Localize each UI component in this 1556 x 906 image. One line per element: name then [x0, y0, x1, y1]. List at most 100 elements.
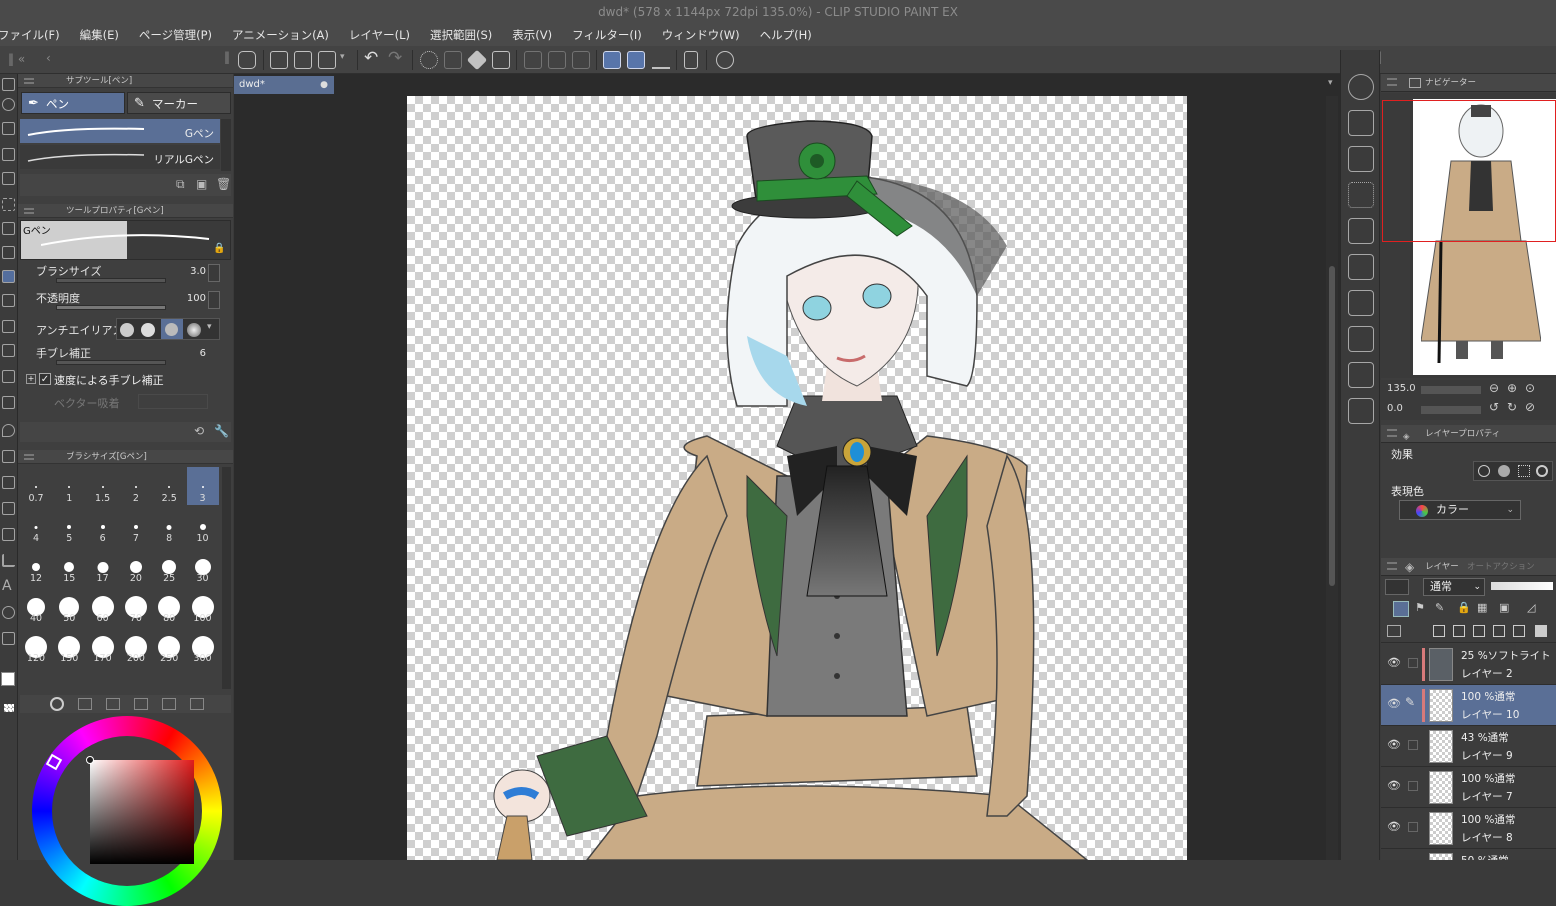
brush-size-preset[interactable]: 1.5 [87, 467, 119, 505]
lock-checkbox[interactable] [1408, 658, 1418, 668]
layer-row[interactable]: 👁 100 %通常 レイヤー 8 [1381, 808, 1556, 849]
invert-selection-icon[interactable] [548, 51, 566, 69]
brush-size-preset[interactable]: 2.5 [153, 467, 185, 505]
visibility-eye-icon[interactable]: 👁 [1387, 697, 1401, 710]
brush-item-real-g-pen[interactable]: リアルGペン [20, 145, 220, 169]
transform-icon[interactable] [492, 51, 510, 69]
brush-size-preset[interactable]: 170 [87, 627, 119, 665]
layer-row[interactable]: 👁 ✎ 100 %通常 レイヤー 10 [1381, 685, 1556, 726]
menu-edit[interactable]: 編集(E) [80, 27, 119, 43]
new-raster-layer-icon[interactable] [1433, 625, 1445, 637]
zoom-tool-icon[interactable] [2, 98, 15, 111]
pen-tool-active-icon[interactable] [2, 270, 15, 283]
lock-transparency-icon[interactable]: ▦ [1477, 601, 1487, 614]
brush-size-preset[interactable]: 6 [87, 507, 119, 545]
layer-row[interactable]: 👁 43 %通常 レイヤー 9 [1381, 726, 1556, 767]
brush-size-preset[interactable]: 25 [153, 547, 185, 585]
pencil-tool-icon[interactable] [2, 294, 15, 307]
lock-checkbox[interactable] [1408, 781, 1418, 791]
brush-size-preset[interactable]: 70 [120, 587, 152, 625]
brush-item-g-pen[interactable]: Gペン [20, 119, 220, 143]
navigator-title[interactable]: ナビゲーター [1425, 78, 1476, 88]
navigator-dock-icon[interactable] [1348, 74, 1374, 100]
correct-line-tool-icon[interactable] [2, 632, 15, 645]
text-tool-icon[interactable]: A [2, 579, 15, 593]
canvas-vertical-scrollbar[interactable] [1326, 96, 1338, 860]
menu-view[interactable]: 表示(V) [512, 27, 552, 43]
antialias-medium-icon[interactable] [161, 319, 183, 339]
decoration-tool-icon[interactable] [2, 370, 15, 383]
brush-size-spinner[interactable] [208, 264, 220, 282]
new-subtool-icon[interactable]: ▣ [196, 177, 207, 191]
brush-size-preset[interactable]: 250 [153, 627, 185, 665]
airbrush-tool-icon[interactable] [2, 344, 15, 357]
brush-size-preset[interactable]: 2 [120, 467, 152, 505]
help-icon[interactable] [716, 51, 734, 69]
material-manga-icon[interactable] [1348, 218, 1374, 244]
hue-marker[interactable] [45, 753, 63, 771]
color-slider-tab-icon[interactable] [78, 698, 92, 710]
gradient-tool-icon[interactable] [2, 476, 15, 489]
menu-layer[interactable]: レイヤー(L) [349, 27, 410, 43]
effect-layer-color-icon[interactable] [1536, 465, 1548, 477]
sv-marker[interactable] [86, 756, 94, 764]
layer-row[interactable]: 👁50 %通常 [1381, 849, 1556, 860]
brush-size-preset[interactable]: 50 [53, 587, 85, 625]
clip-lower-layer-icon[interactable] [1393, 601, 1409, 617]
stabilization-slider[interactable] [56, 360, 166, 365]
expand-plus-icon[interactable]: + [26, 374, 36, 384]
auto-action-tab[interactable]: オートアクション [1467, 558, 1535, 575]
lock-checkbox[interactable] [1408, 822, 1418, 832]
draft-layer-icon[interactable]: ✎ [1435, 601, 1444, 614]
lock-icon[interactable]: 🔒 [213, 243, 225, 254]
menu-animation[interactable]: アニメーション(A) [232, 27, 329, 43]
chevron-left-icon[interactable]: ‹ [46, 51, 51, 65]
layer-row[interactable]: 👁 100 %通常 レイヤー 7 [1381, 767, 1556, 808]
brush-size-preset[interactable]: 10 [187, 507, 219, 545]
ruler-range-icon[interactable]: ◿ [1527, 601, 1535, 614]
snap-special-ruler-icon[interactable] [627, 51, 645, 69]
hand-tool-icon[interactable] [2, 122, 15, 135]
material-3d-icon[interactable] [1348, 254, 1374, 280]
effect-tone-icon[interactable] [1518, 465, 1530, 477]
visibility-eye-icon[interactable]: 👁 [1387, 779, 1401, 792]
material-folder-icon[interactable] [1348, 290, 1374, 316]
main-color-swatch[interactable] [1, 672, 15, 686]
reset-rotation-icon[interactable]: ⊘ [1525, 400, 1535, 414]
navigator-view-frame[interactable] [1382, 100, 1556, 242]
eraser-tool-icon[interactable] [2, 396, 15, 409]
visibility-eye-icon[interactable]: 👁 [1387, 656, 1401, 669]
rotate-right-icon[interactable]: ↻ [1507, 400, 1517, 414]
effect-extract-line-icon[interactable] [1498, 465, 1510, 477]
brush-size-preset[interactable]: 120 [20, 627, 52, 665]
tab-pen[interactable]: ✒ ペン [21, 92, 125, 114]
material-dock-icon[interactable] [1348, 110, 1374, 136]
menu-file[interactable]: ファイル(F) [0, 27, 60, 43]
fill-icon[interactable] [466, 49, 488, 71]
opacity-value[interactable]: 100 [187, 293, 206, 304]
layer-row[interactable]: 👁 25 %ソフトライト レイヤー 2 [1381, 644, 1556, 685]
move-layer-tool-icon[interactable] [2, 172, 15, 185]
approx-color-tab-icon[interactable] [162, 698, 176, 710]
scrollbar-thumb[interactable] [1329, 266, 1335, 586]
zoom-value[interactable]: 135.0 [1387, 383, 1416, 394]
brushsize-scrollbar[interactable] [222, 467, 231, 689]
brush-size-preset[interactable]: 1 [53, 467, 85, 505]
brush-size-preset[interactable]: 4 [20, 507, 52, 545]
fit-icon[interactable]: ⊙ [1525, 381, 1535, 395]
brush-size-slider[interactable] [56, 278, 166, 283]
lock-checkbox[interactable] [1408, 740, 1418, 750]
speed-stab-checkbox[interactable]: ✓ [39, 373, 51, 385]
menu-page[interactable]: ページ管理(P) [139, 27, 212, 43]
clip-studio-icon[interactable] [238, 51, 256, 69]
material-edit-icon[interactable] [1348, 326, 1374, 352]
menu-help[interactable]: ヘルプ(H) [760, 27, 812, 43]
lock-layer-icon[interactable]: 🔒 [1457, 601, 1471, 614]
undo-icon[interactable]: ↶ [364, 48, 378, 68]
color-wheel-tab-icon[interactable] [50, 697, 64, 711]
material-image-icon[interactable] [1348, 146, 1374, 172]
balloon-tool-icon[interactable] [2, 606, 15, 619]
snap-ruler-icon[interactable] [603, 51, 621, 69]
save-dropdown-icon[interactable]: ▾ [340, 52, 345, 62]
antialias-weak-icon[interactable] [141, 323, 155, 337]
